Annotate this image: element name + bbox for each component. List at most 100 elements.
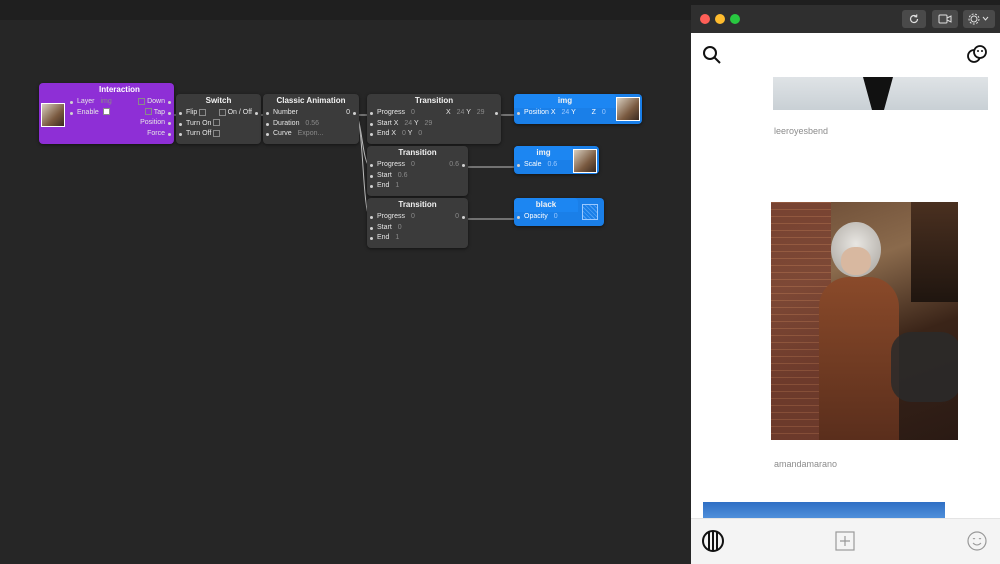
search-icon[interactable] [701, 44, 723, 66]
curve-row[interactable]: Curve Expon... [263, 129, 359, 140]
node-title: Transition [414, 96, 454, 105]
enable-row[interactable]: Enable Tap [65, 108, 174, 119]
opacity-row[interactable]: Opacity 0 [514, 212, 604, 223]
start-row[interactable]: Start 0.6 [367, 171, 468, 182]
window-toolbar [691, 5, 1000, 34]
transition-out-port[interactable] [462, 216, 465, 219]
flip-port[interactable] [179, 112, 182, 115]
bottom-tab-bar [691, 518, 1000, 564]
enable-port[interactable] [70, 111, 73, 115]
black-opacity-node[interactable]: black Opacity 0 [514, 198, 604, 226]
minimize-window-button[interactable] [715, 14, 725, 24]
smile-icon[interactable] [966, 530, 988, 552]
layer-row[interactable]: Layer img Down [65, 97, 174, 108]
node-title: Transition [398, 148, 437, 157]
duration-row[interactable]: Duration 0.56 [263, 119, 359, 130]
post-username[interactable]: amandamarano [774, 459, 837, 469]
node-title: Transition [398, 200, 437, 209]
end-row[interactable]: End X 0 Y 0 [367, 129, 501, 140]
transition-node-opacity[interactable]: Transition Progress 0 0 Start 0 End 1 [367, 198, 468, 248]
down-checkbox[interactable] [138, 97, 146, 105]
video-icon [938, 14, 952, 24]
turnoff-row[interactable]: Turn Off [176, 129, 261, 140]
force-port[interactable] [168, 132, 171, 136]
tap-port[interactable] [168, 111, 171, 115]
curve-port[interactable] [266, 133, 269, 136]
node-title: Interaction [99, 85, 140, 94]
post-image[interactable] [771, 202, 958, 440]
turnon-checkbox[interactable] [213, 119, 221, 127]
node-title: Classic Animation [276, 96, 346, 105]
enable-checkbox[interactable] [102, 108, 110, 116]
position-port[interactable] [517, 112, 520, 115]
transition-out-port[interactable] [495, 112, 498, 115]
flip-row[interactable]: Flip On / Off [176, 108, 261, 119]
position-row[interactable]: Position [65, 118, 174, 129]
end-port[interactable] [370, 237, 373, 240]
transition-out-port[interactable] [462, 164, 465, 167]
progress-row[interactable]: Progress 0 0 [367, 212, 468, 223]
start-row[interactable]: Start X 24 Y 29 [367, 119, 501, 130]
position-port[interactable] [168, 122, 171, 125]
onoff-port[interactable] [255, 112, 258, 115]
transition-node-scale[interactable]: Transition Progress 0 0.6 Start 0.6 End … [367, 146, 468, 196]
duration-port[interactable] [266, 122, 269, 126]
turnoff-port[interactable] [179, 133, 182, 136]
force-row[interactable]: Force [65, 129, 174, 140]
down-port[interactable] [168, 101, 171, 104]
profile-swap-icon[interactable] [965, 43, 989, 67]
post-image[interactable] [773, 77, 988, 110]
progress-row[interactable]: Progress 0 0.6 [367, 160, 468, 171]
zoom-window-button[interactable] [730, 14, 740, 24]
number-row[interactable]: Number 0 [263, 108, 359, 119]
node-title: img [514, 94, 616, 108]
photo-feed[interactable]: leeroyesbend amandamarano [691, 33, 1000, 518]
add-icon[interactable] [834, 530, 856, 552]
node-title: img [514, 146, 573, 160]
progress-port[interactable] [370, 164, 373, 167]
scale-row[interactable]: Scale 0.6 [514, 160, 599, 171]
turnon-row[interactable]: Turn On [176, 119, 261, 130]
turnon-port[interactable] [179, 122, 182, 126]
transition-node-position[interactable]: Transition Progress 0 X 24 Y 29 Start X … [367, 94, 501, 144]
scale-port[interactable] [517, 164, 520, 167]
classic-animation-node[interactable]: Classic Animation Number 0 Duration 0.56… [263, 94, 359, 144]
patch-editor-canvas[interactable]: Interaction Layer img Down Enable Tap Po… [0, 20, 692, 563]
node-title: Switch [205, 96, 232, 105]
flip-checkbox[interactable] [199, 108, 207, 116]
start-port[interactable] [370, 174, 373, 178]
end-row[interactable]: End 1 [367, 233, 468, 244]
end-row[interactable]: End 1 [367, 181, 468, 192]
prototype-window[interactable]: leeroyesbend amandamarano [691, 5, 1000, 564]
interaction-node[interactable]: Interaction Layer img Down Enable Tap Po… [39, 83, 174, 144]
layer-port[interactable] [70, 101, 73, 104]
number-out-port[interactable] [353, 112, 356, 115]
switch-node[interactable]: Switch Flip On / Off Turn On Turn Off [176, 94, 261, 144]
turnoff-checkbox[interactable] [213, 129, 221, 137]
start-port[interactable] [370, 226, 373, 230]
close-window-button[interactable] [700, 14, 710, 24]
img-scale-node[interactable]: img Scale 0.6 [514, 146, 599, 174]
number-port[interactable] [266, 112, 269, 115]
progress-port[interactable] [370, 216, 373, 219]
node-title: black [514, 198, 578, 212]
start-port[interactable] [370, 122, 373, 126]
settings-menu-button[interactable] [963, 10, 995, 28]
start-row[interactable]: Start 0 [367, 223, 468, 234]
post-username[interactable]: leeroyesbend [774, 126, 828, 136]
record-button[interactable] [932, 10, 958, 28]
progress-row[interactable]: Progress 0 X 24 Y 29 [367, 108, 501, 119]
progress-port[interactable] [370, 112, 373, 115]
refresh-button[interactable] [902, 10, 926, 28]
onoff-checkbox[interactable] [218, 108, 226, 116]
stripes-icon[interactable] [701, 529, 725, 553]
opacity-port[interactable] [517, 216, 520, 219]
img-position-node[interactable]: img Position X 24 Y Z 0 [514, 94, 642, 124]
layer-thumbnail [41, 103, 65, 127]
end-port[interactable] [370, 133, 373, 136]
post-image[interactable] [703, 502, 945, 518]
refresh-icon [909, 14, 919, 24]
end-port[interactable] [370, 185, 373, 188]
tap-checkbox[interactable] [144, 108, 152, 116]
position-row[interactable]: Position X 24 Y Z 0 [514, 108, 642, 119]
